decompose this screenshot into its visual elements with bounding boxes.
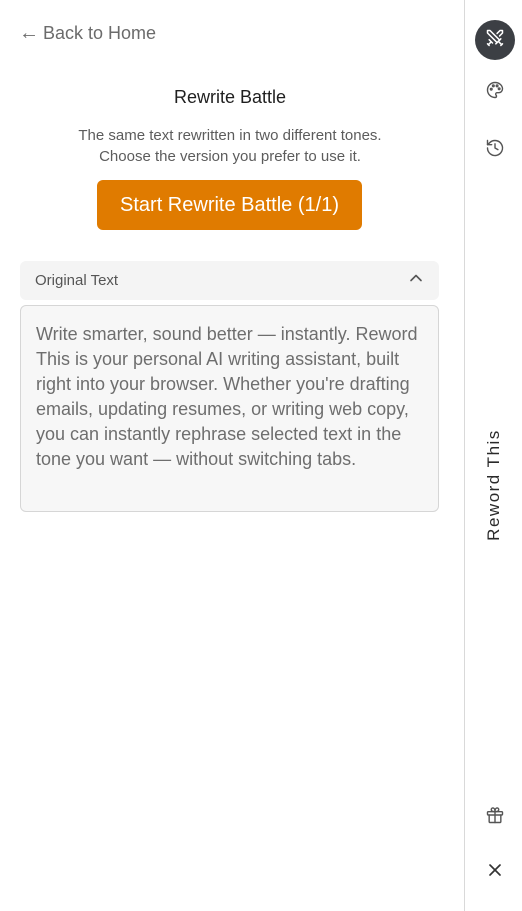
page-title: Rewrite Battle <box>173 87 287 107</box>
sidebar: Reword This <box>464 0 522 911</box>
close-button[interactable] <box>475 852 515 892</box>
history-tab[interactable] <box>475 130 515 170</box>
back-to-home-link[interactable]: ← Back to Home <box>19 22 156 44</box>
palette-icon <box>485 80 505 105</box>
page-subtitle: The same text rewritten in two different… <box>0 125 460 167</box>
tone-palette-tab[interactable] <box>475 72 515 112</box>
original-text-toggle[interactable]: Original Text <box>20 261 439 300</box>
chevron-up-icon <box>409 271 423 290</box>
close-icon <box>485 860 505 885</box>
brand-label: Reword This <box>465 420 522 550</box>
subtitle-line-2: Choose the version you prefer to use it. <box>99 148 361 165</box>
main-panel: ← Back to Home Rewrite Battle The same t… <box>0 0 464 911</box>
back-arrow-icon: ← <box>19 22 39 44</box>
original-text-label: Original Text <box>35 272 119 289</box>
start-rewrite-battle-button[interactable]: Start Rewrite Battle (1/1) <box>97 180 362 230</box>
gift-icon <box>485 805 505 830</box>
back-link-label: Back to Home <box>43 22 157 43</box>
original-text-box[interactable]: Write smarter, sound better — instantly.… <box>20 305 439 512</box>
app-root: ← Back to Home Rewrite Battle The same t… <box>0 0 522 911</box>
brand-text: Reword This <box>484 429 503 541</box>
swords-icon <box>485 28 505 53</box>
gift-button[interactable] <box>475 797 515 837</box>
subtitle-line-1: The same text rewritten in two different… <box>78 127 382 144</box>
rewrite-battle-tab[interactable] <box>475 20 515 60</box>
history-icon <box>485 138 505 163</box>
